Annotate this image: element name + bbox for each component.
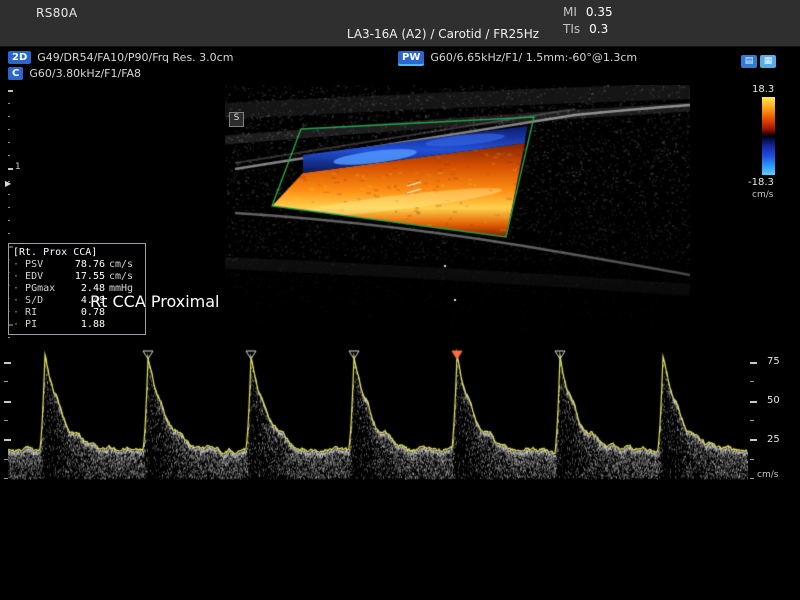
measurement-label: PSV — [13, 259, 59, 271]
spectral-tick — [4, 362, 11, 364]
measurement-label: S/D — [13, 295, 59, 307]
depth-tick — [8, 90, 13, 92]
measurement-row: PSV 78.76 cm/s — [13, 259, 141, 271]
spectral-scale-75: 75 — [767, 356, 780, 367]
measurement-label: EDV — [13, 271, 59, 283]
measurement-unit — [105, 319, 141, 331]
measurement-row: EDV 17.55 cm/s — [13, 271, 141, 283]
orientation-marker: S — [229, 112, 244, 127]
mi-value: 0.35 — [586, 5, 613, 19]
depth-tick — [8, 116, 10, 117]
measurement-panel: [Rt. Prox CCA] PSV 78.76 cm/s EDV 17.55 … — [8, 243, 146, 335]
spectral-scale-unit: cm/s — [757, 470, 778, 480]
spectral-tick — [750, 478, 754, 479]
measurement-label: PI — [13, 319, 59, 331]
tis-value: 0.3 — [589, 22, 608, 36]
colorbar-max: 18.3 — [752, 84, 774, 95]
spectral-scale-50: 50 — [767, 395, 780, 406]
depth-tick — [8, 155, 10, 156]
b-mode-params-text: G49/DR54/FA10/P90/Frq Res. 3.0cm — [37, 51, 233, 64]
spectral-doppler-display — [8, 346, 748, 480]
tis-label: TIs — [563, 22, 580, 36]
measurement-label: RI — [13, 307, 59, 319]
spectral-tick — [750, 362, 757, 364]
spectral-tick — [4, 439, 11, 441]
depth-tick — [8, 129, 10, 130]
measurement-row: PI 1.88 — [13, 319, 141, 331]
measurement-unit: cm/s — [105, 271, 141, 283]
spectral-tick — [4, 381, 8, 382]
measurement-label: PGmax — [13, 283, 59, 295]
spectral-tick — [4, 401, 11, 403]
spectral-ticks-left — [4, 346, 14, 480]
bmode-color-image — [225, 85, 690, 343]
spectral-tick — [750, 439, 757, 441]
spectral-ticks-right — [750, 346, 760, 480]
depth-tick — [8, 142, 10, 143]
annotation-text: Rt CCA Proximal — [90, 292, 220, 311]
measurement-value: 1.88 — [59, 319, 105, 331]
b-mode-badge[interactable]: 2D — [8, 51, 31, 64]
spectral-tick — [750, 420, 754, 421]
measurement-title: [Rt. Prox CCA] — [13, 246, 141, 259]
layout-single-icon[interactable]: ▤ — [741, 55, 757, 68]
color-mode-params-text: G60/3.80kHz/F1/FA8 — [29, 67, 141, 80]
measurement-value: 17.55 — [59, 271, 105, 283]
depth-tick — [8, 103, 10, 104]
tis-readout: TIs 0.3 — [563, 22, 608, 36]
focus-marker-icon[interactable]: ▶ — [5, 179, 11, 188]
spectral-scale-25: 25 — [767, 434, 780, 445]
color-mode-params: C G60/3.80kHz/F1/FA8 — [8, 67, 141, 80]
depth-tick — [8, 194, 10, 195]
measurement-unit: cm/s — [105, 259, 141, 271]
pw-mode-params: PW G60/6.65kHz/F1/ 1.5mm:-60°@1.3cm — [398, 51, 637, 64]
color-velocity-bar — [762, 97, 775, 175]
pw-mode-params-text: G60/6.65kHz/F1/ 1.5mm:-60°@1.3cm — [430, 51, 637, 64]
pw-mode-badge[interactable]: PW — [398, 51, 424, 64]
depth-tick — [8, 233, 10, 234]
measurement-value: 78.76 — [59, 259, 105, 271]
depth-tick — [8, 168, 13, 170]
spectral-tick — [4, 478, 8, 479]
mi-readout: MI 0.35 — [563, 5, 613, 19]
spectral-tick — [4, 420, 8, 421]
colorbar-min: -18.3 — [748, 177, 774, 188]
spectral-tick — [750, 401, 757, 403]
mi-label: MI — [563, 5, 577, 19]
top-status-bar: RS80A LA3-16A (A2) / Carotid / FR25Hz MI… — [0, 0, 800, 47]
depth-label: 1 — [15, 162, 21, 172]
depth-tick — [8, 220, 10, 221]
spectral-tick — [750, 381, 754, 382]
spectral-tick — [4, 459, 8, 460]
machine-model: RS80A — [36, 6, 77, 20]
depth-tick — [8, 207, 10, 208]
exam-title: LA3-16A (A2) / Carotid / FR25Hz — [86, 27, 800, 41]
color-mode-badge[interactable]: C — [8, 67, 23, 80]
layout-dual-icon[interactable]: ▦ — [760, 55, 776, 68]
b-mode-params: 2D G49/DR54/FA10/P90/Frq Res. 3.0cm — [8, 51, 233, 64]
ultrasound-screen: RS80A LA3-16A (A2) / Carotid / FR25Hz MI… — [0, 0, 800, 600]
colorbar-unit: cm/s — [752, 190, 773, 200]
spectral-tick — [750, 459, 754, 460]
depth-tick — [8, 337, 10, 338]
